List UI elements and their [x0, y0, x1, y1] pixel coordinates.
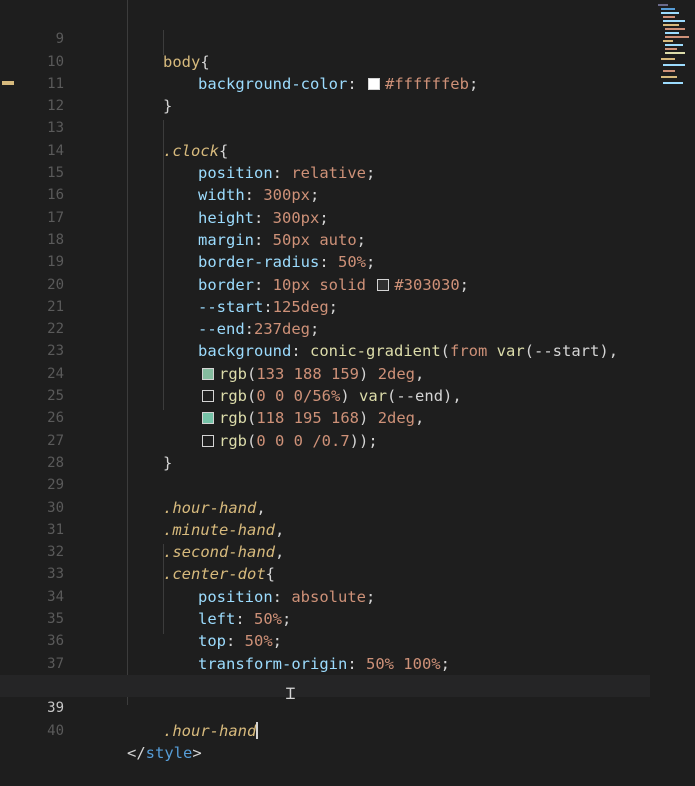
- code-line[interactable]: 27 }: [0, 407, 650, 472]
- code-line[interactable]: 12: [0, 73, 650, 114]
- code-line[interactable]: 30 .minute-hand,: [0, 474, 650, 539]
- code-line[interactable]: 19 border: 10px solid #303030;: [0, 229, 650, 293]
- minimap[interactable]: [655, 0, 695, 90]
- code-line[interactable]: 13 .clock{: [0, 95, 650, 159]
- code-line[interactable]: 34 left: 50%;: [0, 564, 650, 628]
- code-line[interactable]: 21 --end:237deg;: [0, 274, 650, 338]
- code-line[interactable]: 11 }: [0, 51, 650, 115]
- code-line[interactable]: 18 border-radius: 50%;: [0, 207, 650, 271]
- code-line[interactable]: 32 .center-dot{: [0, 519, 650, 583]
- code-line[interactable]: 9 body{: [0, 6, 650, 70]
- code-editor[interactable]: 9 body{ 10 background-color: #ffffffeb; …: [0, 0, 695, 762]
- code-line[interactable]: 22 background: conic-gradient(from var(-…: [0, 296, 650, 360]
- code-line[interactable]: 23 rgb(133 188 159) 2deg,: [0, 318, 650, 382]
- code-line[interactable]: 33 position: absolute;: [0, 541, 650, 605]
- code-line[interactable]: 40 </style>: [0, 697, 650, 762]
- code-line[interactable]: 10 background-color: #ffffffeb;: [0, 28, 650, 93]
- code-line[interactable]: 24 rgb(0 0 0/56%) var(--end),: [0, 341, 650, 405]
- code-line[interactable]: 31 .second-hand,: [0, 497, 650, 561]
- code-line[interactable]: 28: [0, 430, 650, 471]
- code-line[interactable]: 38: [0, 653, 650, 694]
- code-line[interactable]: 26 rgb(0 0 0 /0.7));: [0, 385, 650, 449]
- code-line[interactable]: 14 position: relative;: [0, 118, 650, 182]
- code-line[interactable]: 25 rgb(118 195 168) 2deg,: [0, 363, 650, 427]
- code-line[interactable]: 15 width: 300px;: [0, 140, 650, 204]
- code-line[interactable]: 16 height: 300px;: [0, 162, 650, 226]
- ibeam-cursor-icon: Ɪ: [286, 684, 295, 703]
- code-line[interactable]: 36 transform-origin: 50% 100%;: [0, 608, 650, 672]
- code-line[interactable]: 37 }: [0, 630, 650, 695]
- line-number: 40: [47, 722, 64, 739]
- current-code-line[interactable]: 39 .hour-hand: [0, 675, 650, 740]
- code-line[interactable]: 29 .hour-hand,: [0, 452, 650, 516]
- code-line[interactable]: 17 margin: 50px auto;: [0, 184, 650, 249]
- css-selector: .hour-hand: [163, 721, 257, 740]
- code-line[interactable]: 35 top: 50%;: [0, 586, 650, 650]
- tag-bracket: </: [127, 743, 146, 762]
- html-tag: style: [145, 743, 193, 762]
- text-cursor: [256, 721, 259, 739]
- code-line[interactable]: 20 --start:125deg;: [0, 251, 650, 316]
- tag-bracket: >: [192, 743, 202, 762]
